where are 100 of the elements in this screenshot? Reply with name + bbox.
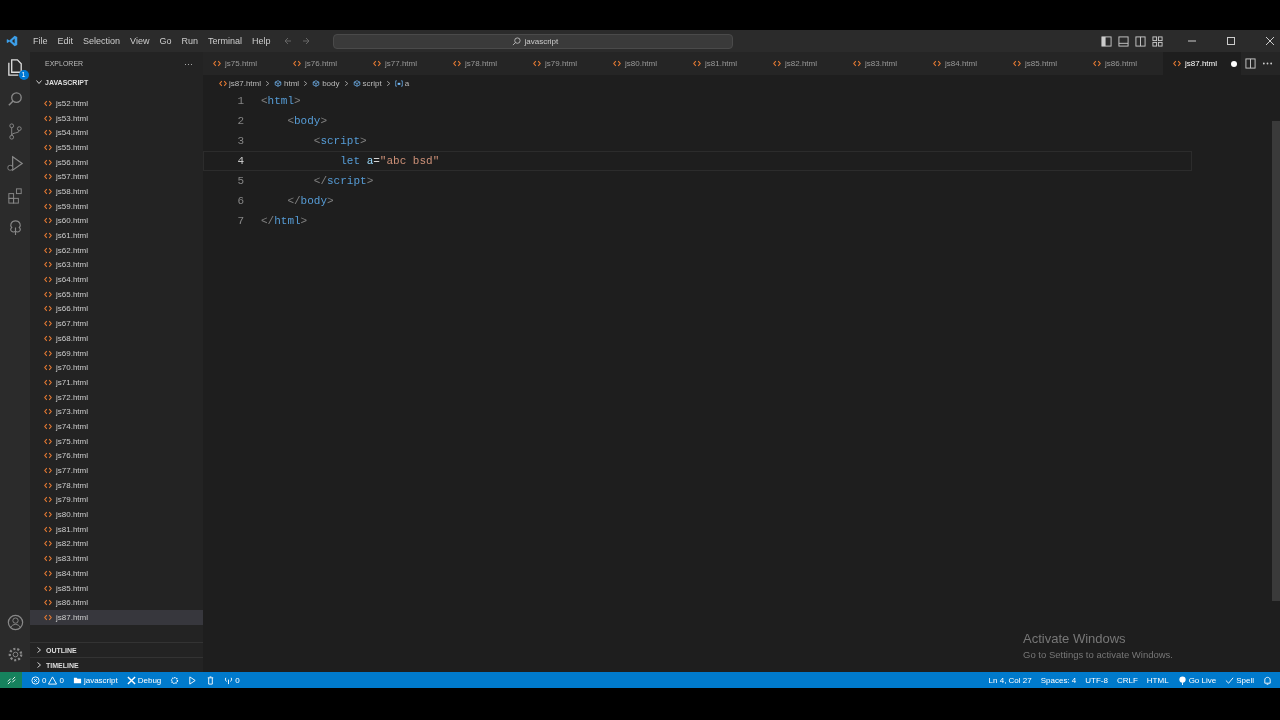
play-icon[interactable] (188, 675, 198, 685)
menu-item[interactable]: Terminal (202, 36, 247, 46)
status-item[interactable]: CRLF (1116, 675, 1138, 685)
explorer-file[interactable]: js63.html (30, 257, 203, 273)
status-item[interactable]: HTML (1146, 675, 1169, 685)
ports-button[interactable]: 0 (224, 675, 240, 685)
menu-item[interactable]: Edit (52, 36, 79, 46)
editor-tab[interactable]: js87.html (1163, 52, 1241, 75)
explorer-file[interactable]: js86.html (30, 595, 203, 611)
explorer-file[interactable]: js83.html (30, 551, 203, 566)
editor-tab[interactable]: js77.html (363, 52, 443, 75)
explorer-file[interactable]: js72.html (30, 389, 203, 405)
menu-item[interactable]: Help (246, 36, 276, 46)
editor-tab[interactable]: js83.html (843, 52, 923, 75)
explorer-file[interactable]: js61.html (30, 228, 203, 243)
scrollbar[interactable] (1272, 121, 1280, 601)
explorer-file[interactable]: js55.html (30, 140, 203, 155)
explorer-file[interactable]: js78.html (30, 477, 203, 493)
back-arrow-icon[interactable] (283, 36, 294, 46)
menu-item[interactable]: Run (176, 36, 203, 46)
panel-layout-icon[interactable] (1118, 35, 1129, 47)
explorer-file[interactable]: js77.html (30, 463, 203, 478)
chevron-icon[interactable] (35, 78, 43, 86)
html-file-icon (44, 129, 52, 137)
explorer-icon[interactable] (5, 58, 25, 77)
explorer-file[interactable]: js70.html (30, 360, 203, 376)
sidebar-layout-icon[interactable] (1101, 35, 1112, 47)
problems-button[interactable]: 0 0 (31, 675, 64, 685)
status-item[interactable]: Ln 4, Col 27 (988, 675, 1032, 685)
debug-button[interactable]: Debug (126, 675, 162, 685)
editor-tab[interactable]: js78.html (443, 52, 523, 75)
explorer-file[interactable]: js69.html (30, 345, 203, 361)
bell-icon[interactable] (1263, 675, 1272, 685)
explorer-file[interactable]: js62.html (30, 242, 203, 258)
explorer-file[interactable]: js60.html (30, 213, 203, 229)
explorer-file[interactable]: js75.html (30, 433, 203, 449)
explorer-file[interactable]: js57.html (30, 169, 203, 185)
explorer-file[interactable]: js80.html (30, 507, 203, 522)
explorer-file[interactable]: js73.html (30, 404, 203, 420)
run-debug-icon[interactable] (5, 154, 25, 173)
remote-button[interactable] (0, 672, 22, 688)
code-text: </body> (286, 195, 334, 207)
breadcrumb-item[interactable]: a (394, 78, 410, 88)
editor-tab[interactable]: js85.html (1003, 52, 1083, 75)
explorer-file[interactable]: js84.html (30, 566, 203, 581)
editor-tab[interactable]: js86.html (1083, 52, 1163, 75)
menu-item[interactable]: View (125, 36, 155, 46)
explorer-file[interactable]: js74.html (30, 419, 203, 434)
breadcrumb-item[interactable]: body (312, 78, 340, 88)
menu-item[interactable]: File (28, 36, 53, 46)
breadcrumb-item[interactable]: js87.html (219, 78, 261, 88)
account-icon[interactable] (5, 613, 25, 632)
html-file-icon (44, 422, 52, 430)
explorer-file[interactable]: js66.html (30, 301, 203, 317)
explorer-file[interactable]: js59.html (30, 198, 203, 214)
status-item[interactable]: Spaces: 4 (1040, 675, 1077, 685)
gear-icon[interactable] (170, 675, 180, 685)
go-live-button[interactable]: Go Live (1177, 675, 1217, 685)
editor-tab[interactable]: js79.html (523, 52, 603, 75)
explorer-file[interactable]: js82.html (30, 536, 203, 552)
search-icon[interactable] (5, 90, 25, 109)
spell-button[interactable]: Spell (1225, 675, 1254, 685)
explorer-file[interactable]: js87.html (30, 610, 203, 625)
explorer-file[interactable]: js64.html (30, 272, 203, 287)
explorer-file[interactable]: js65.html (30, 286, 203, 302)
folder-button[interactable]: javascript (72, 675, 118, 685)
explorer-file[interactable]: js79.html (30, 492, 203, 508)
grid-layout-icon[interactable] (1152, 35, 1163, 47)
explorer-file[interactable]: js54.html (30, 125, 203, 141)
trash-icon[interactable] (206, 675, 216, 685)
editor-tab[interactable]: js84.html (923, 52, 1003, 75)
explorer-file[interactable]: js67.html (30, 316, 203, 331)
search-field[interactable]: javascript (333, 33, 734, 49)
editor-tab[interactable]: js81.html (683, 52, 763, 75)
maximize-icon[interactable] (1226, 36, 1236, 46)
explorer-file[interactable]: js76.html (30, 448, 203, 464)
split-layout-icon[interactable] (1135, 35, 1146, 47)
explorer-file[interactable]: js85.html (30, 580, 203, 596)
status-item[interactable]: UTF-8 (1085, 675, 1108, 685)
more-actions-button[interactable]: ··· (184, 58, 193, 69)
explorer-file[interactable]: js58.html (30, 184, 203, 199)
explorer-file[interactable]: js52.html (30, 96, 203, 111)
editor-tab[interactable]: js82.html (763, 52, 843, 75)
menu-item[interactable]: Go (154, 36, 177, 46)
breadcrumb-item[interactable]: html (274, 78, 300, 88)
explorer-file[interactable]: js53.html (30, 110, 203, 126)
explorer-file[interactable]: js81.html (30, 521, 203, 537)
breadcrumb-item[interactable]: script (352, 78, 382, 88)
menu-item[interactable]: Selection (78, 36, 126, 46)
forward-arrow-icon[interactable] (301, 36, 312, 46)
editor-tab[interactable]: js80.html (603, 52, 683, 75)
html-file-icon (44, 511, 52, 519)
extensions-icon[interactable] (5, 186, 25, 205)
split-editor-icon[interactable] (1245, 58, 1256, 69)
close-icon[interactable] (1265, 36, 1275, 46)
explorer-file[interactable]: js68.html (30, 331, 203, 346)
explorer-file[interactable]: js56.html (30, 154, 203, 170)
editor-tab[interactable]: js75.html (203, 52, 283, 75)
explorer-file[interactable]: js71.html (30, 375, 203, 390)
editor-tab[interactable]: js76.html (283, 52, 363, 75)
